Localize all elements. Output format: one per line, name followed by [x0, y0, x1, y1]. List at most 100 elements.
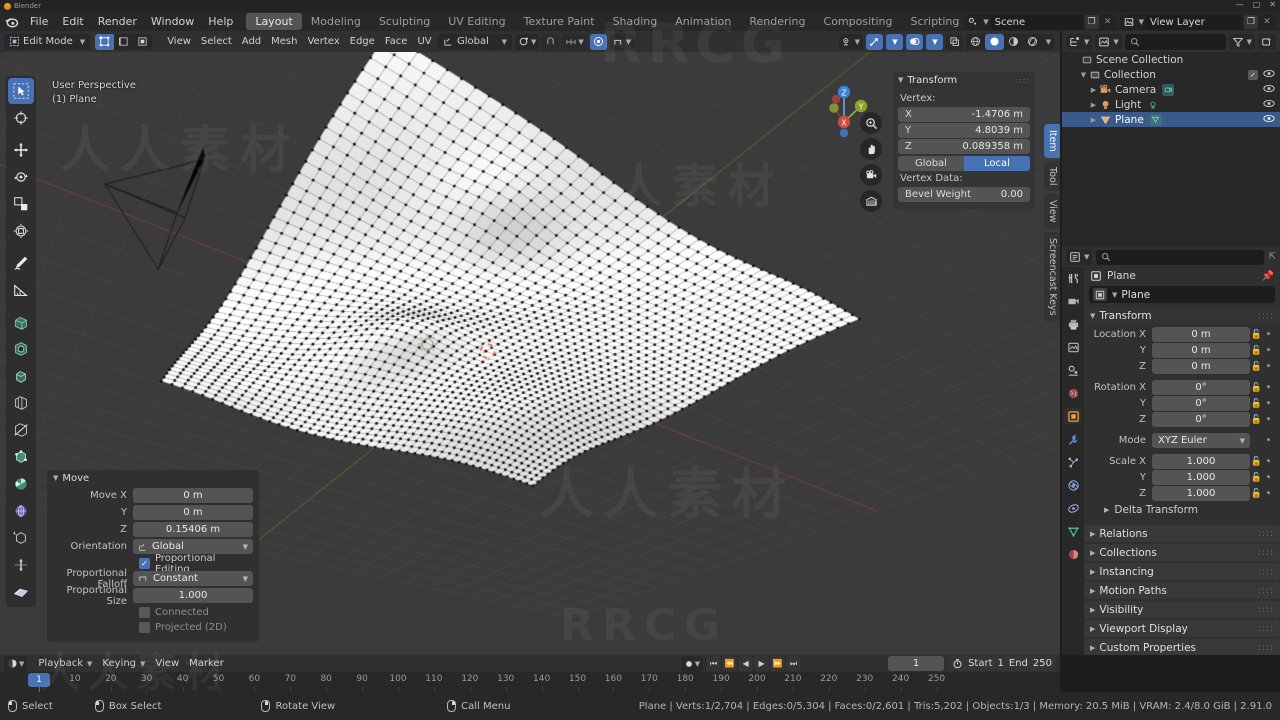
camera-disclosure[interactable]: ▶ [1088, 86, 1099, 94]
minimize-icon[interactable]: — [1236, 1, 1244, 9]
tab-shading[interactable]: Shading [604, 13, 667, 30]
relations-panel-header[interactable]: ▶ Relations :::: [1084, 525, 1280, 542]
tab-layout[interactable]: Layout [246, 13, 302, 30]
shading-options-chevron[interactable]: ▼ [1042, 34, 1054, 50]
location-y-value[interactable]: 0 m [1152, 343, 1250, 358]
proportional-size-value[interactable]: 1.000 [133, 588, 253, 603]
view-layer-tab[interactable] [1064, 339, 1082, 355]
rotation-y-lock-icon[interactable]: 🔓 [1250, 399, 1263, 409]
gizmo-options-chevron[interactable]: ▼ [886, 33, 903, 50]
play-reverse-button[interactable]: ◀ [738, 656, 754, 671]
move-y-value[interactable]: 0 m [133, 505, 253, 520]
motion-paths-disclosure-icon[interactable]: ▶ [1090, 587, 1095, 595]
jump-to-start-button[interactable]: ⏮ [706, 656, 722, 671]
transform-orientation-selector[interactable]: Global ▼ [438, 33, 512, 50]
menu-help[interactable]: Help [201, 13, 240, 30]
show-gizmo-toggle[interactable] [866, 33, 883, 50]
scale-x-animate-dot[interactable]: • [1263, 456, 1274, 467]
tool-tab[interactable] [1064, 270, 1082, 286]
falloff-dropdown[interactable]: Constant ▼ [133, 571, 253, 586]
next-keyframe-button[interactable]: ⏩ [770, 656, 786, 671]
tab-screencast-keys[interactable]: Screencast Keys [1044, 231, 1060, 322]
edge-select-mode-icon[interactable] [114, 34, 133, 50]
bevel-tool-icon[interactable] [8, 363, 34, 389]
rip-region-tool-icon[interactable] [8, 579, 34, 605]
menu-edge[interactable]: Edge [345, 34, 380, 50]
view-layer-chevron-down-icon[interactable]: ▼ [1139, 18, 1144, 26]
move-x-value[interactable]: 0 m [133, 488, 253, 503]
outliner-row-collection[interactable]: ▼ Collection ✓ [1062, 67, 1280, 82]
inset-faces-tool-icon[interactable] [8, 336, 34, 362]
transform-disclosure-icon[interactable]: ▼ [1090, 312, 1095, 320]
projected-checkbox-row[interactable]: Projected (2D) [139, 620, 253, 635]
rotation-mode-chevron-icon[interactable]: ▼ [1240, 437, 1245, 445]
outliner-search-input[interactable] [1124, 33, 1226, 50]
location-z-value[interactable]: 0 m [1152, 359, 1250, 374]
pan-icon[interactable] [860, 138, 882, 160]
scale-y-value[interactable]: 1.000 [1152, 470, 1250, 485]
zoom-icon[interactable] [860, 112, 882, 134]
editor-type-selector[interactable]: ▼ [4, 655, 28, 672]
connected-checkbox-row[interactable]: Connected [139, 605, 253, 620]
location-z-animate-dot[interactable]: • [1263, 361, 1274, 372]
spin-tool-icon[interactable] [8, 471, 34, 497]
collection-eye-icon[interactable] [1263, 69, 1275, 81]
rotation-x-value[interactable]: 0° [1152, 380, 1250, 395]
end-value[interactable]: 250 [1033, 658, 1052, 669]
menu-mesh[interactable]: Mesh [266, 34, 302, 50]
move-tool-icon[interactable] [8, 137, 34, 163]
location-y-animate-dot[interactable]: • [1263, 345, 1274, 356]
custom-properties-disclosure-icon[interactable]: ▶ [1090, 644, 1095, 652]
location-x-animate-dot[interactable]: • [1263, 329, 1274, 340]
collections-disclosure-icon[interactable]: ▶ [1090, 549, 1095, 557]
collection-checkbox[interactable]: ✓ [1248, 69, 1258, 80]
start-value[interactable]: 1 [998, 658, 1004, 669]
tab-compositing[interactable]: Compositing [815, 13, 902, 30]
tweak-tool-icon[interactable] [8, 78, 34, 104]
annotate-tool-icon[interactable] [8, 250, 34, 276]
outliner-row-scene-collection[interactable]: Scene Collection [1062, 52, 1280, 67]
menu-add[interactable]: Add [237, 34, 266, 50]
vertex-x-field[interactable]: X -1.4706 m [898, 107, 1030, 122]
orientation-dropdown[interactable]: Global ▼ [133, 539, 253, 554]
play-button[interactable]: ▶ [754, 656, 770, 671]
rotation-z-animate-dot[interactable]: • [1263, 414, 1274, 425]
orientation-chevron-down-icon[interactable]: ▼ [502, 38, 507, 46]
plane-disclosure[interactable]: ▶ [1088, 116, 1099, 124]
maximize-icon[interactable]: ▢ [1253, 1, 1261, 9]
delta-transform-subpanel[interactable]: ▶ Delta Transform [1090, 502, 1274, 518]
falloff-chevron-icon[interactable]: ▼ [243, 575, 248, 583]
location-x-lock-icon[interactable]: 🔓 [1250, 330, 1263, 340]
transform-tool-icon[interactable] [8, 218, 34, 244]
menu-select[interactable]: Select [196, 34, 237, 50]
viewport-display-disclosure-icon[interactable]: ▶ [1090, 625, 1095, 633]
object-id-chevron-icon[interactable]: ▼ [1112, 291, 1117, 299]
visibility-panel-header[interactable]: ▶ Visibility :::: [1084, 601, 1280, 618]
rotation-mode-dropdown[interactable]: XYZ Euler ▼ [1152, 433, 1250, 448]
3d-viewport[interactable]: User Perspective (1) Plane Z Y X ▼ Trans… [0, 52, 1060, 655]
jump-to-end-button[interactable]: ⏭ [786, 656, 802, 671]
outliner-editor-type-selector[interactable]: ▼ [1066, 33, 1093, 50]
view-layer-name-field[interactable]: View Layer [1146, 14, 1242, 30]
transform-panel-disclosure-icon[interactable]: ▼ [898, 76, 903, 84]
menu-uv[interactable]: UV [412, 34, 436, 50]
rotate-tool-icon[interactable] [8, 164, 34, 190]
operator-disclosure-icon[interactable]: ▼ [53, 474, 58, 482]
extrude-region-tool-icon[interactable] [8, 309, 34, 335]
object-id-field[interactable]: ▼ Plane [1089, 286, 1275, 303]
location-y-lock-icon[interactable]: 🔓 [1250, 346, 1263, 356]
menu-view[interactable]: View [162, 34, 196, 50]
rotation-z-lock-icon[interactable]: 🔓 [1250, 415, 1263, 425]
shrink-fatten-tool-icon[interactable] [8, 552, 34, 578]
delta-transform-disclosure-icon[interactable]: ▶ [1104, 506, 1109, 514]
menu-window[interactable]: Window [144, 13, 201, 30]
previous-keyframe-button[interactable]: ⏪ [722, 656, 738, 671]
scale-x-lock-icon[interactable]: 🔓 [1250, 457, 1263, 467]
xray-toggle[interactable] [946, 33, 963, 50]
custom-properties-panel-header[interactable]: ▶ Custom Properties :::: [1084, 639, 1280, 655]
motion-paths-panel-header[interactable]: ▶ Motion Paths :::: [1084, 582, 1280, 599]
render-tab[interactable] [1064, 293, 1082, 309]
menu-face[interactable]: Face [380, 34, 413, 50]
operator-panel-header[interactable]: ▼ Move [47, 470, 259, 486]
properties-options-icon[interactable]: ⇱ [1268, 252, 1276, 262]
